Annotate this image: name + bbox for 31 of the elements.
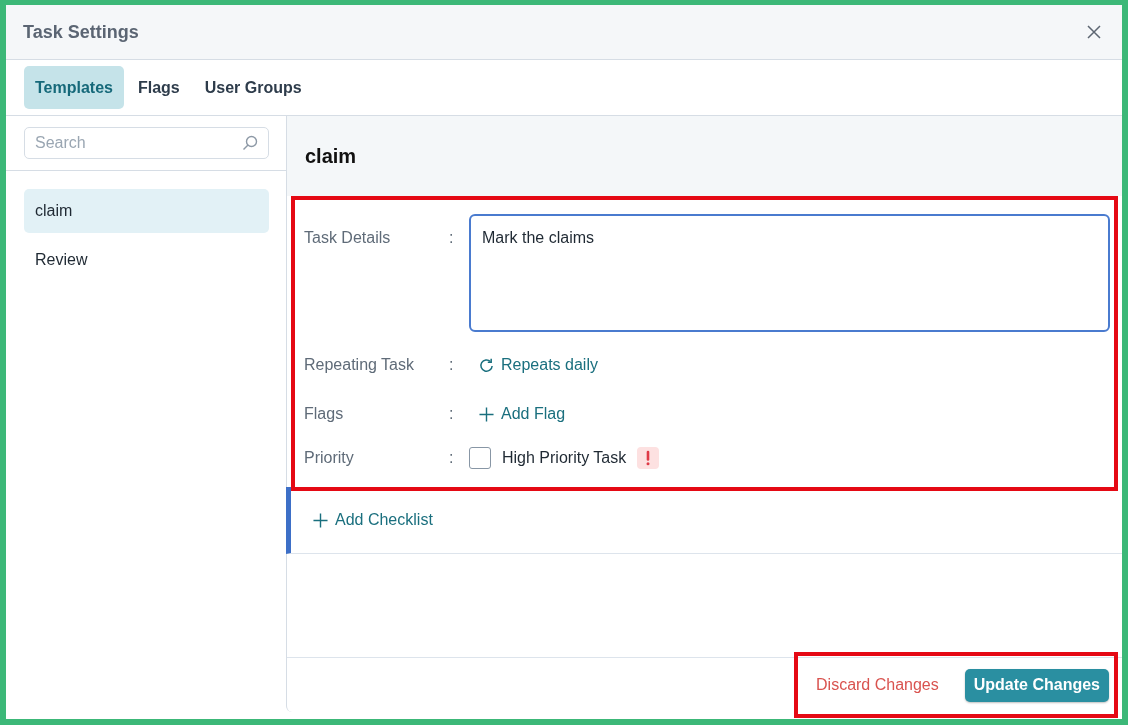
template-list-item[interactable]: claim xyxy=(24,189,269,233)
tab[interactable]: Flags xyxy=(126,66,191,109)
discard-button[interactable]: Discard Changes xyxy=(804,670,951,700)
exclamation-icon xyxy=(637,447,660,469)
add-flag-link[interactable]: Add Flag xyxy=(469,402,576,426)
field-label: Flags xyxy=(304,404,345,424)
plus-icon xyxy=(313,512,328,528)
label-colon: : xyxy=(449,228,455,248)
label-colon: : xyxy=(449,355,455,375)
field-label: Priority xyxy=(304,448,355,468)
close-icon xyxy=(1087,25,1101,39)
repeat-icon xyxy=(479,357,494,373)
template-title: claim xyxy=(305,144,357,168)
label-colon: : xyxy=(449,448,455,468)
template-list-item[interactable]: Review xyxy=(24,238,269,282)
tab[interactable]: Templates xyxy=(24,66,124,109)
search-field[interactable]: Search xyxy=(24,127,269,159)
dialog-title: Task Settings xyxy=(23,21,139,43)
task-details-field[interactable]: Mark the claims xyxy=(469,214,1110,332)
add-checklist-link[interactable]: Add Checklist xyxy=(308,508,438,532)
checkbox[interactable] xyxy=(469,447,491,469)
field-label: Repeating Task xyxy=(304,355,415,375)
label-colon: : xyxy=(449,404,455,424)
close-button[interactable] xyxy=(1086,24,1102,40)
tab[interactable]: User Groups xyxy=(193,66,313,109)
plus-icon xyxy=(479,406,494,422)
update-button[interactable]: Update Changes xyxy=(964,668,1109,702)
search-icon xyxy=(242,135,258,151)
checkbox-label: High Priority Task xyxy=(502,449,627,467)
field-label: Task Details xyxy=(304,228,392,248)
repeat-link[interactable]: Repeats daily xyxy=(469,353,608,377)
